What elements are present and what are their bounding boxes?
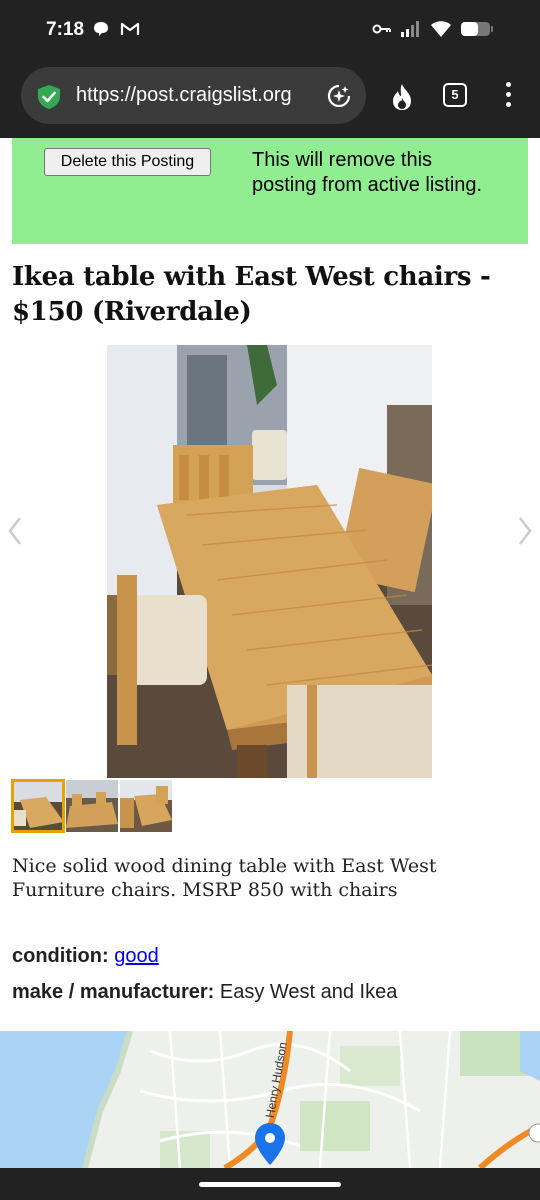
chat-bubble-icon: [94, 22, 108, 36]
make-value: Easy West and Ikea: [219, 981, 398, 1003]
posting-title: Ikea table with East West chairs - $150 …: [12, 262, 491, 327]
url-text[interactable]: https://post.craigslist.org: [76, 84, 292, 107]
thumbnail-2[interactable]: [66, 780, 118, 832]
gmail-icon: [120, 22, 140, 35]
system-navigation-bar: [0, 1168, 540, 1200]
key-icon: [372, 24, 391, 34]
browser-toolbar: https://post.craigslist.org 5: [0, 62, 540, 138]
location-map[interactable]: Henry Hudson: [0, 1031, 540, 1168]
status-bar: 7:18: [0, 0, 540, 62]
wifi-icon: [431, 21, 451, 37]
previous-image-arrow-icon[interactable]: [6, 516, 24, 546]
thumbnail-3[interactable]: [120, 780, 172, 832]
status-right-icons: [372, 20, 494, 38]
lens-search-icon[interactable]: [326, 83, 352, 109]
battery-icon: [461, 22, 493, 36]
fire-icon[interactable]: [388, 82, 416, 112]
delete-notice: Delete this Posting This will remove thi…: [12, 138, 528, 244]
attribute-condition: condition: good: [12, 945, 159, 968]
condition-link[interactable]: good: [114, 945, 159, 967]
status-time: 7:18: [46, 19, 85, 40]
page-content: Delete this Posting This will remove thi…: [0, 138, 540, 1168]
next-image-arrow-icon[interactable]: [516, 516, 534, 546]
status-left-icons: [92, 20, 140, 38]
attribute-make: make / manufacturer: Easy West and Ikea: [12, 981, 397, 1004]
home-gesture-handle[interactable]: [199, 1182, 341, 1187]
thumbnail-strip: [11, 779, 172, 833]
main-photo[interactable]: [107, 345, 432, 778]
location-pin-icon: [255, 1123, 285, 1165]
condition-label: condition:: [12, 945, 109, 967]
delete-posting-button[interactable]: Delete this Posting: [44, 148, 211, 176]
security-shield-icon[interactable]: [35, 83, 63, 111]
make-label: make / manufacturer:: [12, 981, 215, 1003]
table-photo-image: [107, 345, 432, 778]
signal-icon: [401, 21, 419, 37]
tabs-icon[interactable]: 5: [443, 83, 467, 107]
overflow-menu-icon[interactable]: [503, 82, 513, 112]
address-bar[interactable]: https://post.craigslist.org: [21, 67, 366, 124]
notice-text: This will remove this posting from activ…: [252, 149, 483, 196]
thumbnail-1[interactable]: [11, 779, 65, 833]
posting-description: Nice solid wood dining table with East W…: [12, 855, 437, 901]
